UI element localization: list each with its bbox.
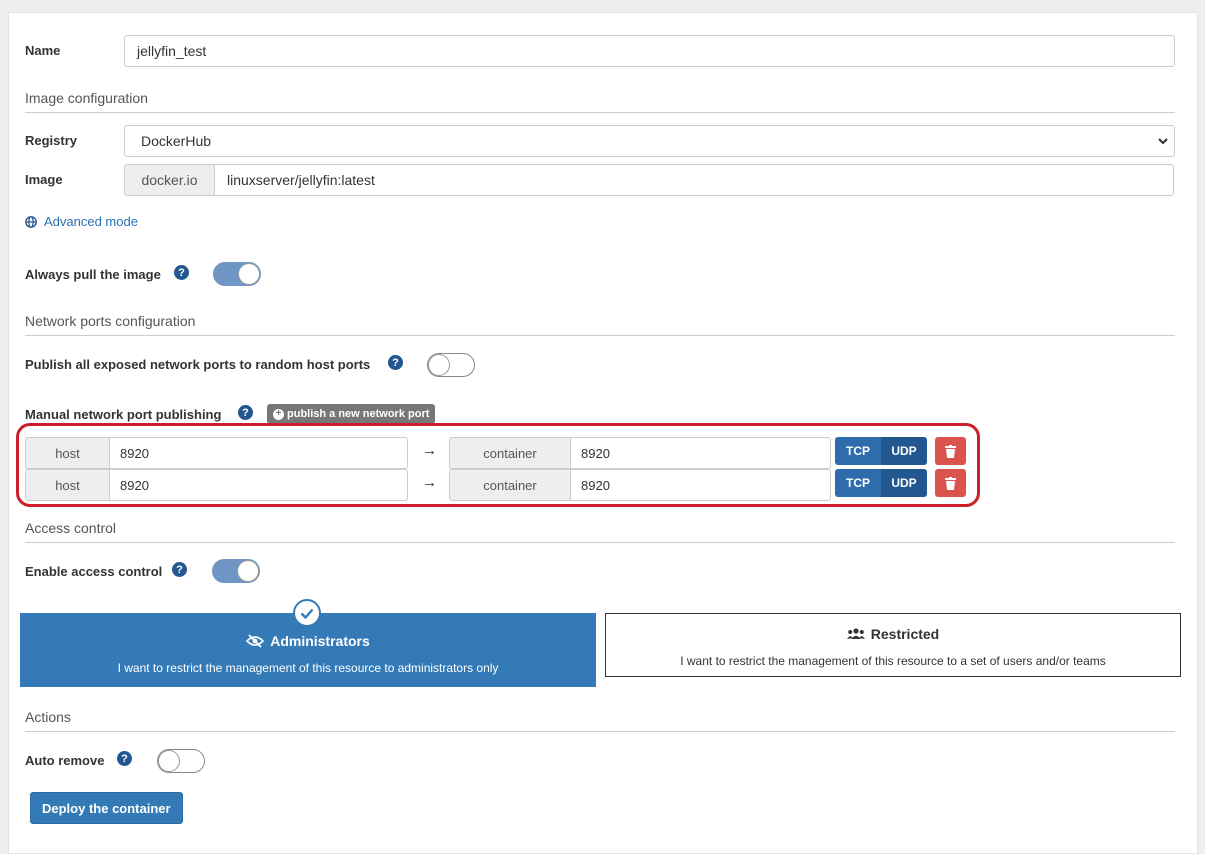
plus-circle-icon: + (273, 408, 284, 420)
trash-icon (945, 476, 956, 490)
name-input[interactable]: jellyfin_test (124, 35, 1175, 67)
help-icon: ? (238, 405, 253, 420)
eye-slash-icon (246, 634, 265, 648)
advanced-mode-link[interactable]: Advanced mode (25, 214, 138, 229)
image-config-title: Image configuration (25, 90, 1175, 113)
auto-remove-label: Auto remove (25, 753, 105, 768)
container-label: container (449, 469, 571, 501)
delete-port-button[interactable] (935, 469, 966, 497)
auto-remove-toggle[interactable] (157, 749, 205, 773)
globe-icon (25, 215, 37, 228)
help-icon: ? (172, 562, 187, 577)
container-port-input[interactable]: 8920 (570, 469, 831, 501)
help-icon: ? (117, 751, 132, 766)
actions-title: Actions (25, 709, 1175, 732)
udp-button[interactable]: UDP (881, 437, 927, 465)
help-icon: ? (388, 355, 403, 370)
container-port-input[interactable]: 8920 (570, 437, 831, 469)
manual-publishing-label: Manual network port publishing (25, 407, 222, 422)
publish-new-port-button[interactable]: + publish a new network port (267, 404, 436, 424)
registry-value: DockerHub (141, 133, 212, 149)
registry-select[interactable]: DockerHub (124, 125, 1175, 157)
always-pull-label: Always pull the image (25, 267, 161, 282)
users-icon (846, 628, 865, 639)
host-label: host (25, 469, 110, 501)
restricted-title: Restricted (870, 626, 940, 642)
image-input[interactable]: linuxserver/jellyfin:latest (214, 164, 1174, 196)
host-port-input[interactable]: 8920 (109, 437, 408, 469)
always-pull-toggle[interactable] (213, 262, 261, 286)
arrow-right-icon: → (422, 442, 437, 459)
name-label: Name (25, 43, 61, 58)
tcp-button[interactable]: TCP (835, 469, 881, 497)
host-port-input[interactable]: 8920 (109, 469, 408, 501)
network-config-title: Network ports configuration (25, 313, 1175, 336)
trash-icon (945, 444, 956, 458)
advanced-mode-label: Advanced mode (44, 214, 138, 229)
image-registry-prefix: docker.io (124, 164, 215, 196)
access-option-restricted[interactable]: Restricted I want to restrict the manage… (605, 613, 1181, 677)
host-label: host (25, 437, 110, 469)
chevron-down-icon (1158, 138, 1168, 145)
container-label: container (449, 437, 571, 469)
selected-check-icon (293, 599, 321, 627)
restricted-desc: I want to restrict the management of thi… (680, 654, 1106, 668)
publish-all-toggle[interactable] (427, 353, 475, 377)
deploy-container-button[interactable]: Deploy the container (30, 792, 183, 824)
image-label: Image (25, 172, 63, 187)
tcp-button[interactable]: TCP (835, 437, 881, 465)
publish-all-label: Publish all exposed network ports to ran… (25, 357, 371, 372)
container-form: Name jellyfin_test Image configuration R… (8, 12, 1198, 854)
delete-port-button[interactable] (935, 437, 966, 465)
access-control-toggle[interactable] (212, 559, 260, 583)
administrators-desc: I want to restrict the management of thi… (117, 661, 499, 675)
udp-button[interactable]: UDP (881, 469, 927, 497)
publish-new-port-label: publish a new network port (287, 408, 430, 420)
arrow-right-icon: → (422, 474, 437, 491)
enable-access-label: Enable access control (25, 564, 163, 579)
administrators-title: Administrators (270, 633, 370, 649)
help-icon: ? (174, 265, 189, 280)
access-control-title: Access control (25, 520, 1175, 543)
registry-label: Registry (25, 133, 78, 148)
